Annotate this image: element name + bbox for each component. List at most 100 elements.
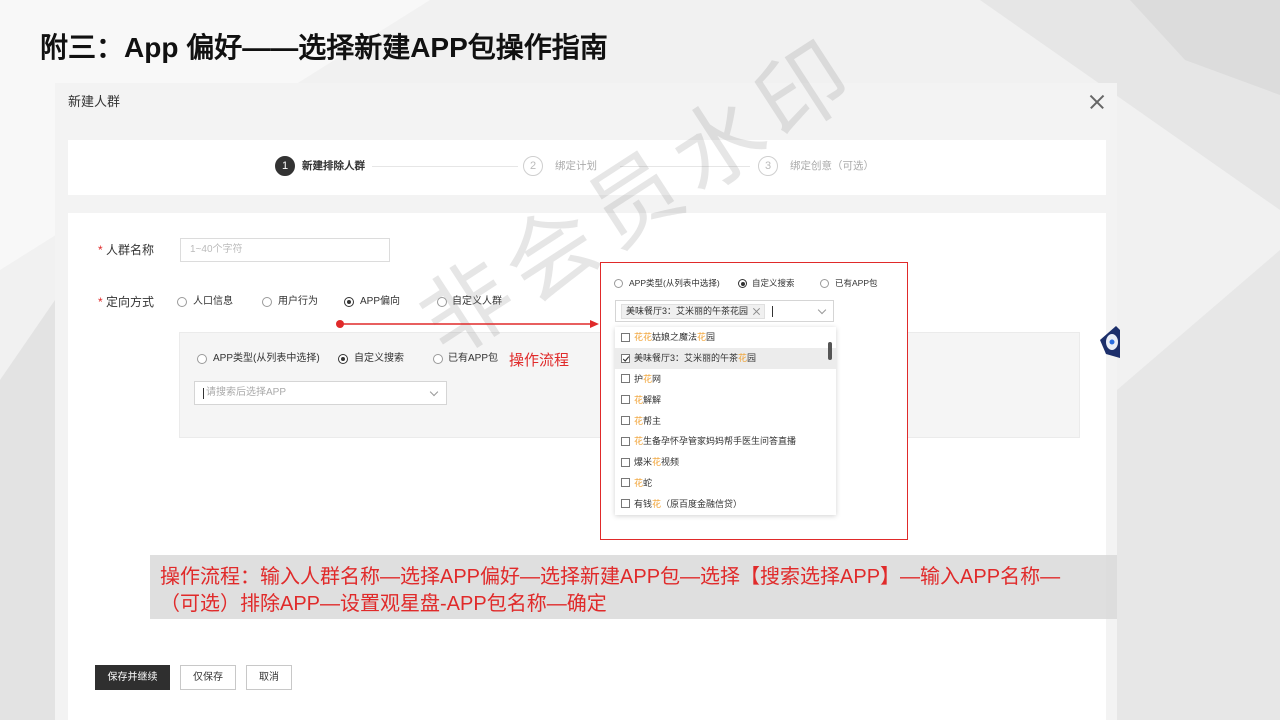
keyword-highlight: 花花 [634,332,653,343]
step-1-circle: 1 [275,156,295,176]
radio-custom-audience[interactable] [437,297,447,307]
dropdown-item-label: 美味餐厅3：艾米丽的午茶花园 [634,352,756,364]
checkbox-icon[interactable] [621,478,630,488]
keyword-highlight: 花 [634,394,644,405]
radio-label[interactable]: 已有APP包 [835,277,878,289]
dropdown-item-label: 有钱花（原百度金融信贷） [634,498,742,510]
checkbox-icon[interactable] [621,416,630,426]
required-mark: * [98,295,103,309]
step-2-circle: 2 [523,156,543,176]
label-segment: （原百度金融信贷） [661,498,743,509]
label-segment: 爆米 [634,457,653,468]
dropdown-item[interactable]: 花生备孕怀孕管家妈妈帮手医生问答直播 [615,431,836,452]
checkbox-icon[interactable] [621,457,630,467]
keyword-highlight: 花 [652,498,662,509]
radio-label[interactable]: 自定义搜索 [752,277,795,289]
checkbox-icon[interactable] [621,499,630,509]
dropdown-item[interactable]: 花花姑娘之魔法花园 [615,327,836,348]
label-segment: 园 [706,332,716,343]
save-only-button[interactable]: 仅保存 [180,665,236,690]
chevron-down-icon[interactable] [817,305,827,315]
label-segment: 园 [747,353,757,364]
targeting-method-label: 定向方式 [106,295,155,309]
slide: 附三：App 偏好——选择新建APP包操作指南 新建人群 1 新建排除人群 2 … [0,0,1280,720]
keyword-highlight: 花 [634,436,644,447]
dropdown-item-label: 花蛇 [634,477,652,489]
dropdown-item-label: 花帮主 [634,415,661,427]
dropdown-item-label: 花花姑娘之魔法花园 [634,331,715,343]
close-icon[interactable] [1090,95,1104,109]
zoomed-detail-callout: APP类型(从列表中选择) 自定义搜索 已有APP包 美味餐厅3：艾米丽的午茶花… [600,262,908,540]
app-search-select[interactable]: 请搜索后选择APP [194,381,447,405]
checkbox-checked-icon[interactable] [621,353,630,363]
radio-existing-app-package[interactable] [433,354,443,364]
cancel-button[interactable]: 取消 [246,665,292,690]
dropdown-item-label: 护花网 [634,373,661,385]
label-segment: 帮主 [643,415,662,426]
radio-app-category[interactable] [197,354,207,364]
app-search-placeholder: 请搜索后选择APP [206,387,287,398]
scrollbar[interactable] [828,342,832,360]
dropdown-item[interactable]: 爆米花视频 [615,452,836,473]
keyword-highlight: 花 [634,477,644,488]
app-search-dropdown[interactable]: 花花姑娘之魔法花园 美味餐厅3：艾米丽的午茶花园 护花网 花解解 花帮主 花生备孕怀孕管家… [615,327,836,515]
radio-label[interactable]: 自定义人群 [452,295,502,309]
step-1-label: 新建排除人群 [302,160,365,172]
arrow-right-icon [336,320,599,328]
label-segment: 网 [652,373,662,384]
dropdown-item[interactable]: 花帮主 [615,410,836,431]
dropdown-item[interactable]: 护花网 [615,369,836,390]
keyword-highlight: 花 [652,457,662,468]
audience-name-input[interactable]: 1~40个字符 [180,238,390,262]
radio-label[interactable]: 自定义搜索 [354,352,404,366]
label-segment: 解解 [643,394,662,405]
required-mark: * [98,243,103,257]
checkbox-icon[interactable] [621,374,630,384]
radio-demographics[interactable] [177,297,187,307]
checkbox-icon[interactable] [621,436,630,446]
radio-label[interactable]: 用户行为 [278,295,318,309]
radio-app-category[interactable] [614,279,623,288]
checkbox-icon[interactable] [621,395,630,405]
radio-user-behavior[interactable] [262,297,272,307]
selected-app-tag[interactable]: 美味餐厅3：艾米丽的午茶花园 [621,303,766,319]
step-connector [372,166,518,167]
radio-app-preference[interactable] [344,297,354,307]
dropdown-item[interactable]: 花解解 [615,389,836,410]
radio-label[interactable]: 已有APP包 [448,352,498,366]
save-and-continue-button[interactable]: 保存并继续 [95,665,170,690]
label-segment: 蛇 [643,477,653,488]
step-2-label: 绑定计划 [555,160,597,172]
app-search-select[interactable]: 美味餐厅3：艾米丽的午茶花园 [615,300,834,322]
radio-label[interactable]: APP偏向 [360,295,400,309]
audience-name-label: 人群名称 [106,243,155,257]
label-segment: 姑娘之魔法 [652,332,698,343]
robot-mascot-image [1100,326,1120,358]
slide-title: 附三：App 偏好——选择新建APP包操作指南 [40,32,608,63]
radio-label[interactable]: APP类型(从列表中选择) [213,352,320,366]
text-cursor [772,305,774,317]
close-icon[interactable] [753,308,760,315]
dropdown-item-label: 爆米花视频 [634,456,679,468]
label-segment: 护 [634,373,644,384]
keyword-highlight: 花 [738,353,748,364]
step-3-circle: 3 [758,156,778,176]
label-segment: 视频 [661,457,680,468]
checkbox-icon[interactable] [621,332,630,342]
text-cursor [203,388,204,399]
dropdown-item[interactable]: 有钱花（原百度金融信贷） [615,493,836,514]
radio-existing-app-package[interactable] [820,279,829,288]
radio-custom-search[interactable] [738,279,747,288]
radio-label[interactable]: APP类型(从列表中选择) [629,277,720,289]
step-indicator: 1 新建排除人群 2 绑定计划 3 绑定创意（可选） [68,140,1106,195]
radio-custom-search[interactable] [338,354,348,364]
radio-label[interactable]: 人口信息 [193,295,233,309]
label-segment: 有钱 [634,498,653,509]
dropdown-item[interactable]: 花蛇 [615,473,836,494]
dropdown-item-label: 花生备孕怀孕管家妈妈帮手医生问答直播 [634,435,796,447]
dialog-title: 新建人群 [68,94,121,109]
chevron-down-icon[interactable] [429,387,439,397]
selected-app-tag-label: 美味餐厅3：艾米丽的午茶花园 [626,305,749,316]
dropdown-item[interactable]: 美味餐厅3：艾米丽的午茶花园 [615,347,836,369]
process-note-line: 操作流程：输入人群名称—选择APP偏好—选择新建APP包—选择【搜索选择APP】… [160,566,1061,588]
